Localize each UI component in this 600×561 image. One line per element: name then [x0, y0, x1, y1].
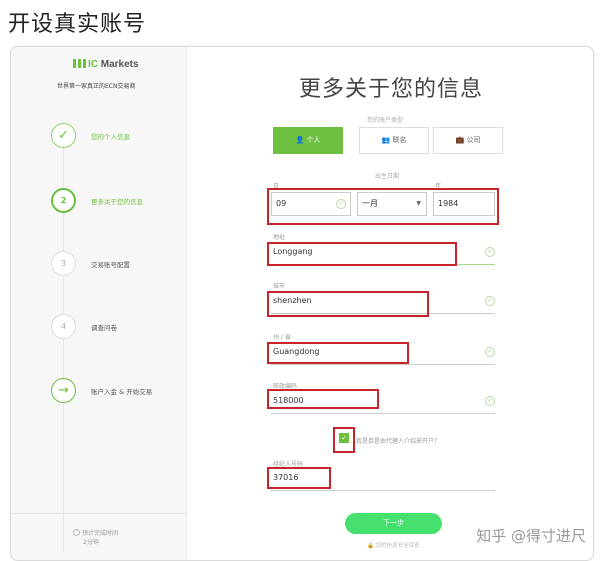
logo-bars-icon [73, 59, 87, 68]
account-type-individual-button[interactable]: 👤 个人 [273, 127, 343, 154]
account-type-label: 您的账户类型 [367, 117, 404, 124]
secure-text: 您的信息安全保密 [375, 543, 420, 549]
account-type-label-individual: 个人 [306, 136, 321, 144]
step-number-3: 3 [51, 251, 76, 276]
completion-time: 预计完成时间 2分钟 [73, 529, 118, 547]
registration-window: IC Markets 世界第一家真正的ECN交易商 ✓ 您的个人信息 2 更多关… [10, 46, 594, 561]
secure-note: 🔒 您的信息安全保密 [367, 541, 420, 549]
step-label: 调查问卷 [91, 324, 117, 332]
ic-markets-logo: IC Markets [73, 59, 139, 70]
step-label: 账户入金 & 开始交易 [91, 388, 153, 396]
main-form: 更多关于您的信息 您的账户类型 👤 个人 👥 联名 💼 公司 出生日期 日 年 … [187, 47, 593, 560]
arrow-right-icon: → [51, 378, 76, 403]
step-label: 您的个人信息 [91, 133, 130, 141]
account-type-label-joint: 联名 [392, 136, 407, 144]
valid-check-icon: ✓ [485, 247, 495, 257]
lock-icon: 🔒 [367, 543, 374, 549]
highlight-address [267, 242, 457, 266]
account-type-label-company: 公司 [466, 136, 481, 144]
group-icon: 👥 [381, 136, 391, 144]
briefcase-icon: 💼 [455, 136, 465, 144]
watermark: 知乎 @得寸进尺 [476, 527, 586, 545]
highlight-dob [267, 188, 499, 225]
form-heading: 更多关于您的信息 [298, 77, 483, 102]
step-3: 3 交易账号配置 [51, 251, 181, 277]
step-number-2: 2 [51, 188, 76, 213]
account-type-company-button[interactable]: 💼 公司 [433, 127, 503, 154]
logo-prefix: IC [88, 59, 98, 70]
city-label: 城市 [273, 283, 286, 290]
highlight-agent-number [267, 467, 331, 489]
sidebar: IC Markets 世界第一家真正的ECN交易商 ✓ 您的个人信息 2 更多关… [11, 47, 187, 560]
step-1: ✓ 您的个人信息 [51, 123, 181, 149]
next-button[interactable]: 下一步 [345, 513, 442, 534]
agent-referral-label: 我是否是由代理人介绍来开户？ [356, 438, 441, 445]
highlight-city [267, 291, 429, 317]
step-label: 交易账号配置 [91, 261, 130, 269]
completion-duration: 2分钟 [83, 539, 99, 546]
page-title: 开设真实账号 [8, 12, 147, 37]
address-label: 地址 [273, 234, 286, 241]
checkmark-icon: ✓ [51, 123, 76, 148]
province-label: 州 / 省 [273, 334, 291, 341]
valid-check-icon: ✓ [485, 347, 495, 357]
highlight-checkbox [333, 427, 355, 453]
dob-label: 出生日期 [375, 173, 400, 180]
valid-check-icon: ✓ [485, 396, 495, 406]
valid-check-icon: ✓ [485, 296, 495, 306]
logo-suffix: Markets [98, 59, 139, 70]
person-icon: 👤 [295, 136, 305, 144]
step-4: 4 调查问卷 [51, 314, 181, 340]
tagline: 世界第一家真正的ECN交易商 [57, 83, 136, 90]
step-2: 2 更多关于您的信息 [51, 188, 181, 214]
account-type-joint-button[interactable]: 👥 联名 [359, 127, 429, 154]
highlight-province [267, 342, 409, 364]
highlight-postal [267, 389, 379, 409]
completion-time-label: 预计完成时间 [82, 530, 119, 537]
clock-icon [73, 529, 80, 536]
sidebar-divider [11, 513, 187, 514]
step-5: → 账户入金 & 开始交易 [51, 378, 181, 404]
step-label: 更多关于您的信息 [91, 198, 143, 206]
step-number-4: 4 [51, 314, 76, 339]
